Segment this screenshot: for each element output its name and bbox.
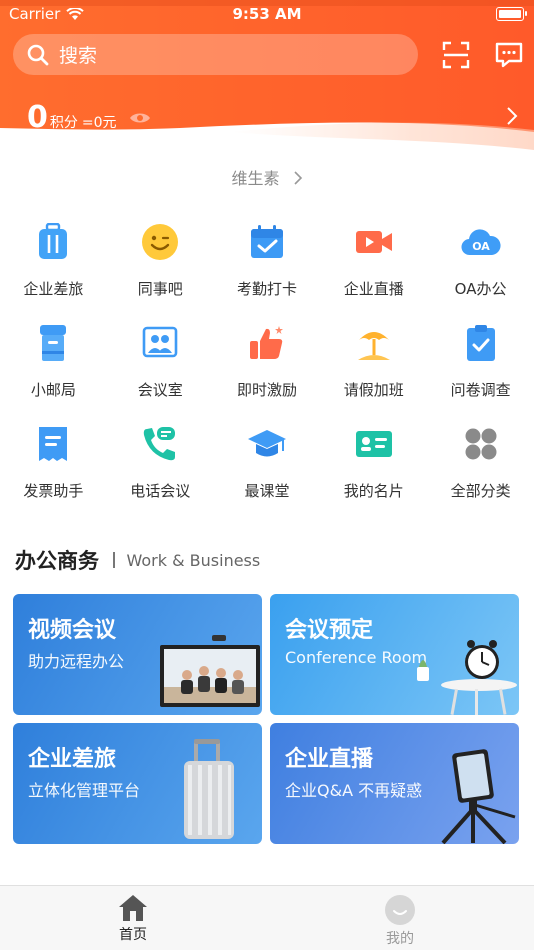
card-subtitle: 企业Q&A 不再疑惑 xyxy=(285,781,423,800)
app-label: 企业差旅 xyxy=(23,280,84,298)
section-title: 办公商务 xyxy=(15,549,99,573)
app-item-survey[interactable]: 问卷调查 xyxy=(427,319,534,420)
vitamin-link[interactable]: 维生素 xyxy=(0,165,534,190)
user-avatar-icon xyxy=(385,895,415,925)
card-room-booking[interactable]: 会议预定 Conference Room xyxy=(270,594,519,715)
card-travel[interactable]: 企业差旅 立体化管理平台 xyxy=(13,723,262,844)
app-item-invoice[interactable]: 发票助手 xyxy=(0,420,107,521)
card-title: 企业差旅 xyxy=(28,747,117,772)
eye-icon[interactable] xyxy=(129,111,151,125)
clipboard-check-icon xyxy=(461,323,501,363)
invoice-icon xyxy=(33,424,73,464)
thumbs-up-icon xyxy=(247,323,287,363)
points-value: 0 xyxy=(27,100,48,135)
card-subtitle: 助力远程办公 xyxy=(28,652,125,671)
card-live[interactable]: 企业直播 企业Q&A 不再疑惑 xyxy=(270,723,519,844)
points-summary[interactable]: 0 积分 =0元 xyxy=(27,100,151,135)
luggage-illustration xyxy=(184,739,234,839)
app-item-all[interactable]: 全部分类 xyxy=(427,420,534,521)
status-bar: Carrier 9:53 AM xyxy=(0,0,534,28)
app-item-conference-call[interactable]: 电话会议 xyxy=(107,420,214,521)
app-label: 同事吧 xyxy=(137,280,183,298)
chevron-right-icon[interactable] xyxy=(506,106,518,126)
points-money: =0元 xyxy=(81,115,117,131)
home-icon xyxy=(119,895,147,921)
phone-chat-icon xyxy=(140,424,180,464)
app-item-travel[interactable]: 企业差旅 xyxy=(0,218,107,319)
clock-table-illustration xyxy=(417,640,517,715)
app-item-leave[interactable]: 请假加班 xyxy=(320,319,427,420)
search-placeholder: 搜索 xyxy=(59,45,98,67)
app-item-oa[interactable]: OA OA办公 xyxy=(427,218,534,319)
points-unit: 积分 xyxy=(49,115,78,131)
app-item-business-card[interactable]: 我的名片 xyxy=(320,420,427,521)
all-categories-icon xyxy=(461,424,501,464)
app-label: 会议室 xyxy=(137,381,183,399)
svg-text:OA: OA xyxy=(472,240,490,253)
divider xyxy=(113,552,115,568)
smiley-icon xyxy=(140,222,180,262)
card-title: 视频会议 xyxy=(28,618,117,643)
beach-umbrella-icon xyxy=(354,323,394,363)
app-item-attendance[interactable]: 考勤打卡 xyxy=(214,218,321,319)
mailbox-icon xyxy=(33,323,73,363)
card-video-meeting[interactable]: 视频会议 助力远程办公 xyxy=(13,594,262,715)
battery-icon xyxy=(496,7,527,21)
chevron-right-icon xyxy=(293,170,303,190)
graduation-cap-icon xyxy=(247,424,287,464)
section-header: 办公商务 Work & Business xyxy=(15,545,260,575)
calendar-check-icon xyxy=(247,222,287,262)
tab-label: 我的 xyxy=(386,931,414,947)
app-label: 全部分类 xyxy=(450,482,511,500)
header: Carrier 9:53 AM 搜索 0 积分 =0元 xyxy=(0,0,534,150)
tab-bar: 首页 我的 xyxy=(0,885,534,950)
status-time: 9:53 AM xyxy=(232,5,302,23)
app-label: 考勤打卡 xyxy=(236,280,297,298)
business-card-icon xyxy=(354,424,394,464)
suitcase-icon xyxy=(33,222,73,262)
app-item-meeting-room[interactable]: 会议室 xyxy=(107,319,214,420)
vitamin-label: 维生素 xyxy=(231,169,280,188)
app-item-colleagues[interactable]: 同事吧 xyxy=(107,218,214,319)
app-label: 我的名片 xyxy=(343,482,404,500)
app-label: 即时激励 xyxy=(236,381,297,399)
oa-cloud-icon: OA xyxy=(461,222,501,262)
app-label: 问卷调查 xyxy=(450,381,511,399)
video-camera-icon xyxy=(354,222,394,262)
card-title: 会议预定 xyxy=(285,618,374,643)
app-label: OA办公 xyxy=(454,280,507,298)
app-label: 企业直播 xyxy=(343,280,404,298)
tab-mine[interactable]: 我的 xyxy=(360,894,440,948)
search-bar[interactable]: 搜索 xyxy=(13,34,418,75)
app-label: 小邮局 xyxy=(30,381,76,399)
search-icon xyxy=(27,44,49,65)
app-label: 电话会议 xyxy=(130,482,191,500)
app-label: 发票助手 xyxy=(23,482,84,500)
app-item-live[interactable]: 企业直播 xyxy=(320,218,427,319)
card-subtitle: 立体化管理平台 xyxy=(28,781,141,800)
meeting-room-icon xyxy=(140,323,180,363)
tab-home[interactable]: 首页 xyxy=(93,894,173,944)
video-conference-illustration xyxy=(160,635,260,707)
app-item-post[interactable]: 小邮局 xyxy=(0,319,107,420)
scan-icon[interactable] xyxy=(441,40,471,70)
app-item-classroom[interactable]: 最课堂 xyxy=(214,420,321,521)
app-item-incentive[interactable]: 即时激励 xyxy=(214,319,321,420)
app-label: 最课堂 xyxy=(244,482,290,500)
section-subtitle: Work & Business xyxy=(126,550,261,570)
app-label: 请假加班 xyxy=(343,381,404,399)
tab-label: 首页 xyxy=(119,927,147,943)
app-grid: 企业差旅 同事吧 考勤打卡 企业直播 OA OA办公 小邮局 会议室 即时激励 … xyxy=(0,218,534,521)
card-title: 企业直播 xyxy=(285,747,374,772)
phone-tripod-illustration xyxy=(441,749,516,844)
message-icon[interactable] xyxy=(494,40,524,70)
